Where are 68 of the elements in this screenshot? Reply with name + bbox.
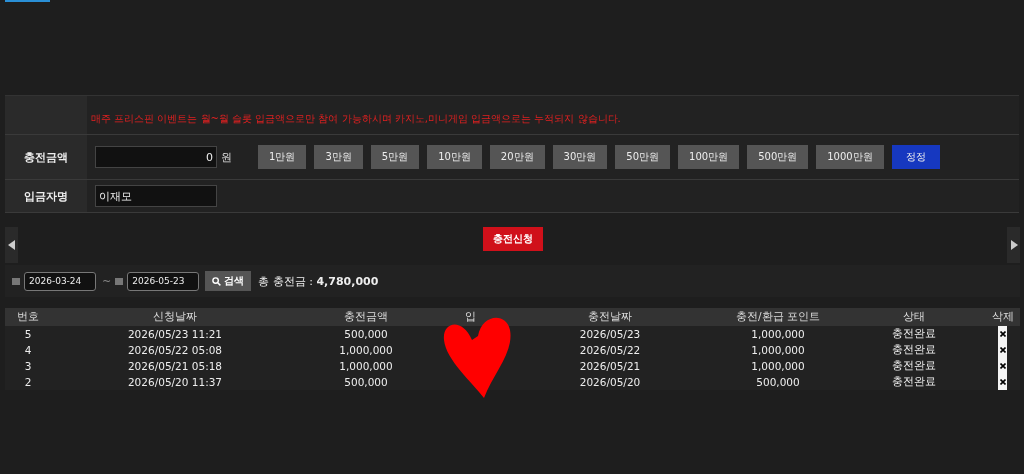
preset-amount-button[interactable]: 1000만원 [816,145,884,169]
table-cell-text: 1,000,000 [338,344,394,356]
table-cell-text: 4 [23,344,33,356]
table-cell-text: 1,000,000 [338,360,394,372]
table-cell-text: 3 [23,360,33,372]
preset-amount-button[interactable]: 1만원 [258,145,307,169]
table-cell-text: 충전완료 [891,343,937,357]
preset-amount-button[interactable]: 5만원 [370,145,420,169]
start-date-field[interactable]: 2026-03-24 [24,271,96,291]
calendar-icon [115,277,124,285]
close-icon [999,347,1006,353]
table-cell-text: 2026/05/23 [578,328,642,340]
field-label: 충전금액 [24,149,68,165]
column-header: 신청날짜 [152,310,198,324]
table-cell-text: 충전완료 [891,327,937,341]
end-date-field[interactable]: 2026-05-23 [127,271,200,291]
table-cell-text: 2026/05/22 05:08 [126,344,224,356]
table-cell-text: 2026/05/20 [578,376,642,388]
column-header: 삭제 [990,310,1015,324]
column-header: 입 [463,310,477,324]
preset-amount-button[interactable]: 50만원 [615,145,671,169]
preset-amount-button[interactable]: 10만원 [427,145,482,169]
submit-button[interactable]: 충전신청 [482,227,543,251]
table-cell-text: 2026/05/20 11:37 [126,376,224,388]
table-cell-text: 2026/05/21 [578,360,642,372]
field-label: 입금자명 [24,188,68,204]
table-cell-text: 500,000 [343,328,389,340]
table-cell-text: 2 [23,376,33,388]
right-arrow-icon [1009,240,1018,250]
amount-input[interactable]: 0 [95,146,217,168]
total-amount: 총 충전금 : 4,780,000 [258,273,379,289]
table-cell-text: 5 [23,328,33,340]
column-header: 충전날짜 [587,310,633,324]
column-header: 충전금액 [343,310,389,324]
column-header: 번호 [16,310,40,324]
table-cell-text: 500,000 [755,376,801,388]
preset-amount-button[interactable]: 30만원 [552,145,608,169]
table-cell-text: 1,000,000 [750,360,806,372]
search-icon [212,276,222,286]
close-icon [999,331,1006,337]
close-icon [999,363,1006,369]
unit-label: 원 [221,149,232,165]
column-header: 충전/환급 포인트 [735,310,821,324]
table-cell-text: 2026/05/23 11:21 [126,328,224,340]
next-button[interactable] [1007,227,1020,263]
depositor-input[interactable]: 이재모 [95,185,217,207]
notice-text: 매주 프리스핀 이벤트는 월~월 슬롯 입금액으로만 참여 가능하시며 카지노,미니게임 입금액으로는 누적되지 않습니다. [91,112,621,126]
table-cell-text: 충전완료 [891,359,937,373]
range-separator: ~ [102,274,112,288]
table-cell-text: 충전완료 [891,375,937,389]
left-arrow-icon [7,240,16,250]
delete-button[interactable] [998,374,1007,390]
table-cell-text: 1,000,000 [750,328,806,340]
preset-amount-button[interactable]: 500만원 [747,145,809,169]
column-header: 상태 [902,310,926,324]
reset-button[interactable]: 정정 [891,145,940,169]
delete-button[interactable] [998,326,1007,342]
preset-amount-button[interactable]: 3만원 [314,145,363,169]
calendar-icon [12,277,20,285]
close-icon [999,379,1006,385]
preset-amount-button[interactable]: 100만원 [678,145,740,169]
table-cell-text: 2026/05/22 [578,344,642,356]
table-cell-text: 2026/05/21 05:18 [126,360,224,372]
search-button[interactable]: 검색 [205,271,252,291]
table-cell-text: 1,000,000 [750,344,806,356]
table-cell-text: 500,000 [343,376,389,388]
preset-amount-button[interactable]: 20만원 [489,145,545,169]
previous-button[interactable] [5,227,18,263]
